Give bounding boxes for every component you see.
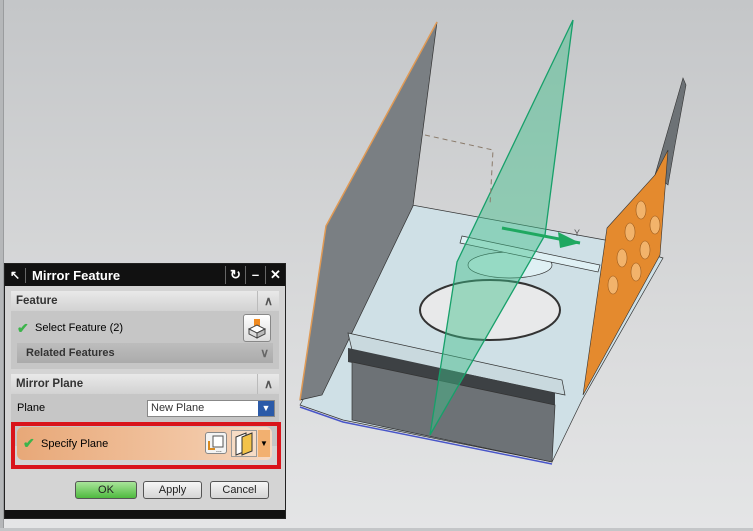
dialog-title: Mirror Feature	[25, 267, 225, 283]
check-icon: ✔	[23, 435, 35, 451]
select-feature-row[interactable]: ✔ Select Feature (2)	[17, 314, 273, 342]
ok-button[interactable]: OK	[75, 481, 137, 499]
mirror-plane-header-label: Mirror Plane	[16, 378, 84, 390]
inferred-plane-icon[interactable]	[231, 430, 257, 457]
svg-text:...: ...	[216, 447, 222, 453]
plane-type-select[interactable]: New Plane ▼	[147, 400, 275, 417]
collapse-chevron-icon[interactable]: ∧	[257, 374, 279, 394]
related-features-label: Related Features	[26, 347, 115, 359]
check-icon: ✔	[17, 319, 29, 336]
select-feature-icon[interactable]	[243, 314, 271, 342]
reset-icon[interactable]: ↻	[225, 266, 245, 284]
select-feature-label: Select Feature (2)	[35, 322, 124, 334]
sketch-dashed-line	[424, 134, 494, 206]
collapse-chevron-icon[interactable]: ∧	[257, 291, 279, 311]
specify-plane-row[interactable]: ✔ Specify Plane ... ▼	[17, 427, 272, 460]
expand-chevron-icon[interactable]: ∨	[260, 346, 269, 360]
plane-type-value: New Plane	[151, 402, 205, 414]
feature-section: Feature ∧ ✔ Select Feature (2) Related Fe…	[11, 291, 279, 369]
feature-section-header[interactable]: Feature ∧	[11, 291, 279, 311]
plane-label: Plane	[17, 402, 46, 414]
minimize-icon[interactable]: –	[245, 266, 265, 284]
axis-label: Y	[574, 228, 580, 238]
apply-button[interactable]: Apply	[143, 481, 202, 499]
close-icon[interactable]: ✕	[265, 266, 285, 284]
mirror-plane-header[interactable]: Mirror Plane ∧	[11, 374, 279, 394]
related-features-group[interactable]: Related Features ∨	[17, 343, 273, 363]
plane-dialog-icon[interactable]: ...	[205, 432, 227, 454]
dropdown-arrow-icon[interactable]: ▼	[258, 401, 274, 416]
mirror-feature-dialog: ↖ Mirror Feature ↻ – ✕ Feature ∧ ✔ Select…	[4, 263, 286, 519]
plane-options-dropdown-icon[interactable]: ▼	[258, 430, 270, 457]
specify-plane-label: Specify Plane	[41, 437, 109, 450]
pin-icon[interactable]: ↖	[5, 268, 25, 282]
dialog-footer	[5, 510, 285, 518]
feature-header-label: Feature	[16, 295, 58, 307]
dialog-titlebar[interactable]: ↖ Mirror Feature ↻ – ✕	[5, 264, 285, 286]
cancel-button[interactable]: Cancel	[210, 481, 269, 499]
